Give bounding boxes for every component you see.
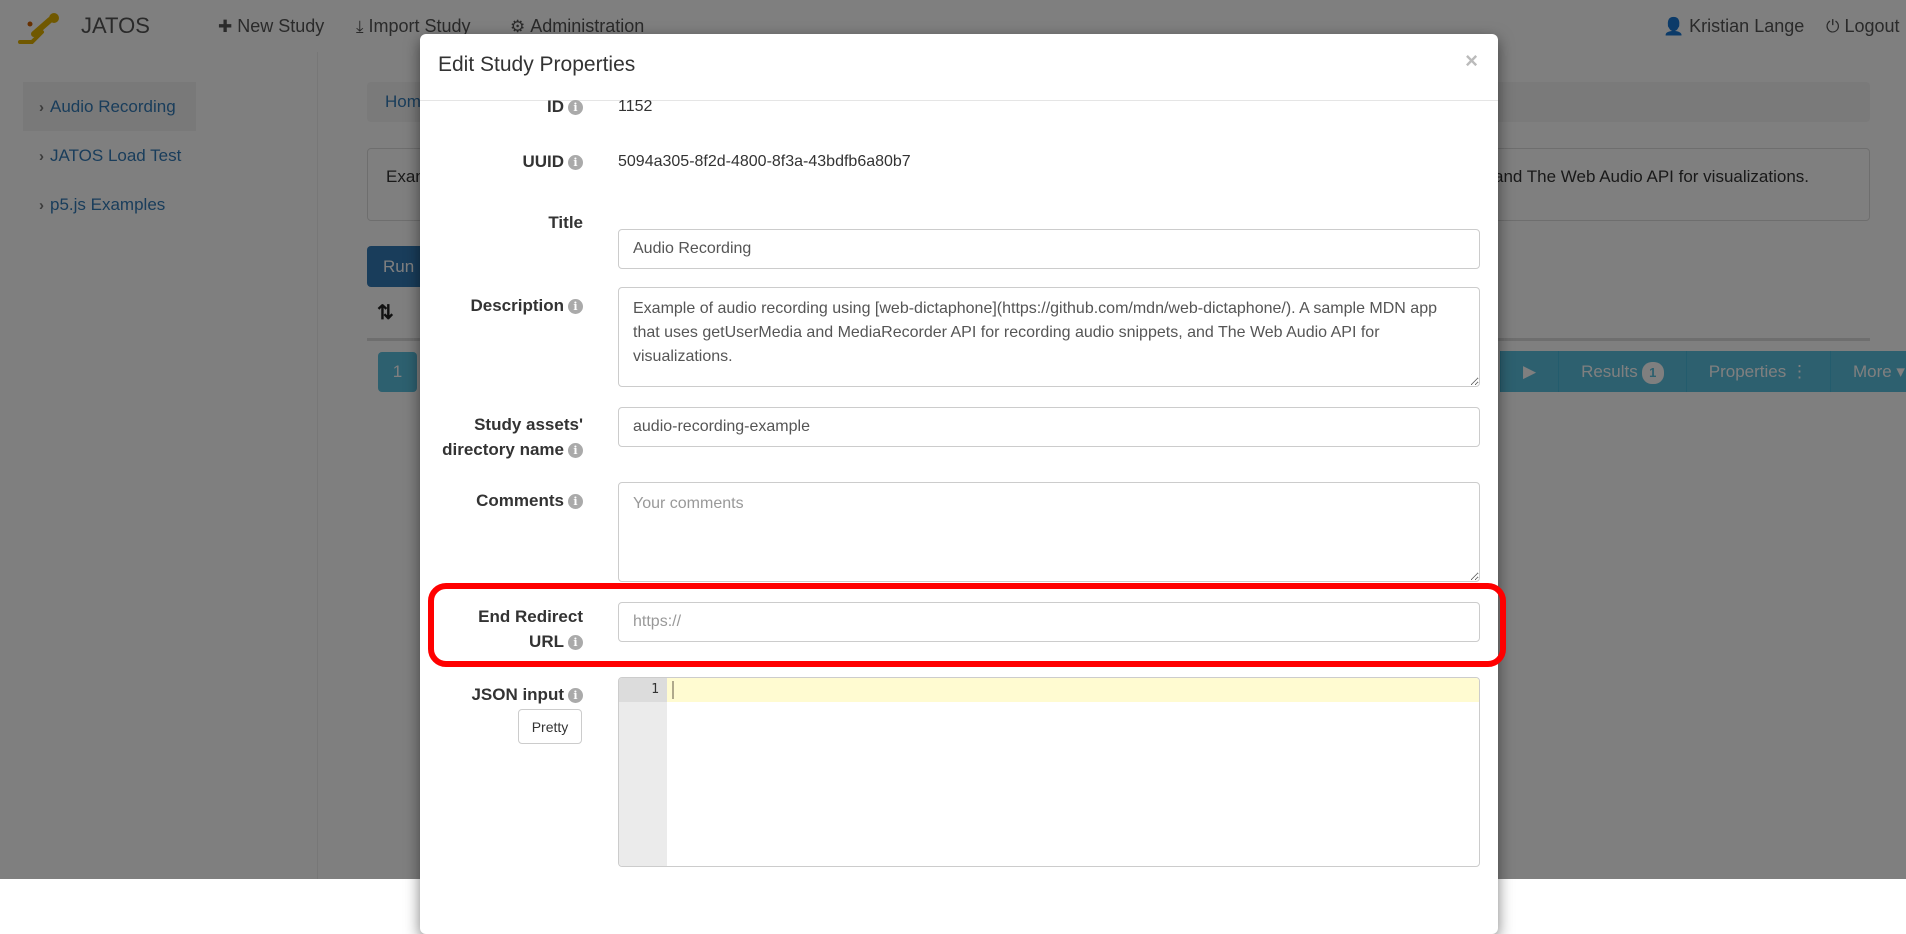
info-icon[interactable]: i bbox=[568, 688, 583, 703]
assets-dir-label: Study assets' directory name i bbox=[420, 412, 583, 462]
description-label-text: Description bbox=[470, 296, 564, 315]
info-icon[interactable]: i bbox=[568, 494, 583, 509]
line-number-gutter bbox=[619, 678, 667, 866]
info-icon[interactable]: i bbox=[568, 155, 583, 170]
end-redirect-url-input[interactable] bbox=[618, 602, 1480, 642]
json-input-label: JSON input i bbox=[420, 682, 583, 707]
uuid-value: 5094a305-8f2d-4800-8f3a-43bdfb6a80b7 bbox=[618, 153, 911, 170]
end-redirect-url-label: End Redirect URL i bbox=[420, 604, 583, 654]
description-textarea[interactable]: Example of audio recording using [web-di… bbox=[618, 287, 1480, 387]
comments-label-text: Comments bbox=[476, 491, 564, 510]
uuid-label: UUID i bbox=[420, 149, 583, 174]
edit-study-properties-modal: Edit Study Properties × ID i 1152 UUID i 5… bbox=[420, 34, 1498, 934]
assets-dir-input[interactable] bbox=[618, 407, 1480, 447]
active-line-highlight bbox=[667, 678, 1479, 702]
json-input-editor[interactable]: 1 bbox=[618, 677, 1480, 867]
text-cursor bbox=[672, 681, 674, 699]
assets-dir-label-line1: Study assets' bbox=[474, 415, 583, 434]
close-icon[interactable]: × bbox=[1465, 50, 1478, 72]
info-icon[interactable]: i bbox=[568, 299, 583, 314]
info-icon[interactable]: i bbox=[568, 635, 583, 650]
title-input[interactable] bbox=[618, 229, 1480, 269]
id-value: 1152 bbox=[618, 98, 653, 115]
uuid-label-text: UUID bbox=[522, 152, 564, 171]
modal-title: Edit Study Properties bbox=[438, 53, 636, 76]
line-number: 1 bbox=[651, 682, 659, 697]
id-label-text: ID bbox=[547, 97, 564, 116]
json-input-label-text: JSON input bbox=[471, 685, 564, 704]
info-icon[interactable]: i bbox=[568, 443, 583, 458]
description-label: Description i bbox=[420, 293, 583, 318]
pretty-button[interactable]: Pretty bbox=[518, 709, 582, 744]
info-icon[interactable]: i bbox=[568, 100, 583, 115]
comments-label: Comments i bbox=[420, 488, 583, 513]
comments-textarea[interactable] bbox=[618, 482, 1480, 582]
title-label: Title bbox=[548, 213, 583, 232]
assets-dir-label-line2: directory name bbox=[442, 440, 564, 459]
id-label: ID i bbox=[420, 94, 583, 119]
end-redirect-label-line1: End Redirect bbox=[478, 607, 583, 626]
end-redirect-label-line2: URL bbox=[529, 632, 564, 651]
modal-header: Edit Study Properties × bbox=[420, 34, 1498, 101]
